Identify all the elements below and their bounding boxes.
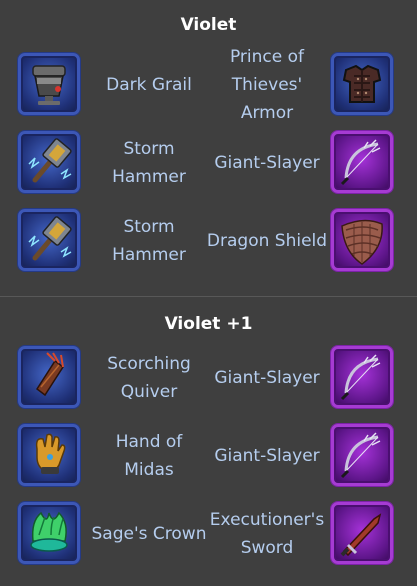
section-divider — [0, 296, 417, 297]
sages-crown-icon[interactable] — [18, 502, 80, 564]
item-label: Scorching Quiver — [107, 354, 191, 402]
item-label: Prince of Thieves' Armor — [229, 47, 305, 123]
item-combinations-panel: Violet Dark Grail Prince of Thieves' Arm… — [0, 0, 417, 586]
combo-row: Dark Grail Prince of Thieves' Armor — [0, 47, 417, 123]
giant-slayer-icon[interactable] — [331, 131, 393, 193]
item-label: Giant-Slayer — [214, 368, 320, 388]
item-label: Giant-Slayer — [214, 446, 320, 466]
combo-row: Storm Hammer Giant-Slayer — [0, 128, 417, 198]
storm-hammer-icon[interactable] — [18, 209, 80, 271]
item-label: Sage's Crown — [91, 524, 207, 544]
item-label: Dragon Shield — [206, 231, 328, 251]
section-title-violet: Violet — [180, 15, 237, 35]
giant-slayer-icon[interactable] — [331, 346, 393, 408]
giant-slayer-icon[interactable] — [331, 424, 393, 486]
dragon-shield-icon[interactable] — [331, 209, 393, 271]
item-label: Storm Hammer — [112, 217, 186, 265]
combo-row: Hand of Midas Giant-Slayer — [0, 421, 417, 491]
combo-row: Sage's Crown Executioner's Sword — [0, 499, 417, 569]
combo-row: Storm Hammer Dragon Shield — [0, 206, 417, 276]
item-label: Giant-Slayer — [214, 153, 320, 173]
scorching-quiver-icon[interactable] — [18, 346, 80, 408]
dark-grail-icon[interactable] — [18, 53, 80, 115]
section-title-violet-plus-1: Violet +1 — [164, 314, 253, 334]
combo-row: Scorching Quiver Giant-Slayer — [0, 343, 417, 413]
item-label: Dark Grail — [106, 75, 192, 95]
storm-hammer-icon[interactable] — [18, 131, 80, 193]
hand-of-midas-icon[interactable] — [18, 424, 80, 486]
item-label: Hand of Midas — [115, 432, 183, 480]
prince-of-thieves-armor-icon[interactable] — [331, 53, 393, 115]
item-label: Storm Hammer — [112, 139, 186, 187]
item-label: Executioner's Sword — [209, 510, 325, 558]
executioners-sword-icon[interactable] — [331, 502, 393, 564]
